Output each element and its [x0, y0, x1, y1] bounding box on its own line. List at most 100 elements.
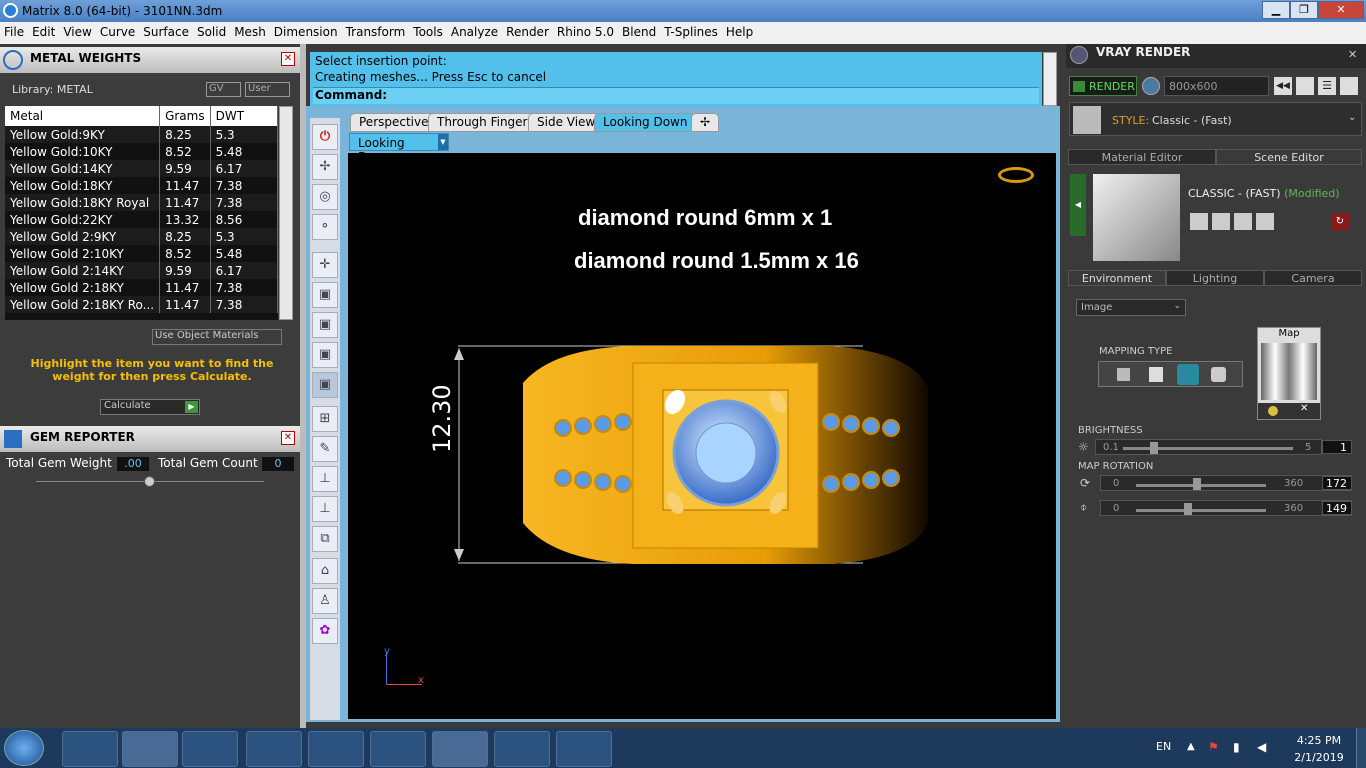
network-icon[interactable]: ▮: [1233, 740, 1240, 754]
table-row[interactable]: Yellow Gold:18KY 11.47 7.38: [5, 177, 278, 194]
env-type-dropdown[interactable]: Image ⌄: [1076, 299, 1186, 316]
ie-taskbar-icon[interactable]: [62, 731, 118, 767]
menu-dimension[interactable]: Dimension: [270, 22, 342, 39]
rotation1-slider-handle[interactable]: [1193, 478, 1201, 490]
table-row[interactable]: Yellow Gold 2:10KY 8.52 5.48: [5, 245, 278, 262]
menu-help[interactable]: Help: [722, 22, 757, 39]
table-row[interactable]: Yellow Gold:18KY Royal 11.47 7.38: [5, 194, 278, 211]
close-vray-icon[interactable]: ✕: [1348, 48, 1357, 61]
tab-lighting[interactable]: Lighting: [1166, 270, 1264, 286]
close-button[interactable]: ✕: [1318, 1, 1364, 19]
viber-taskbar-icon[interactable]: [246, 731, 302, 767]
col-dwt[interactable]: DWT: [210, 106, 278, 126]
frame-buffer-icon[interactable]: [1296, 77, 1314, 95]
maximize-button[interactable]: ❐: [1290, 1, 1318, 19]
spherical-mapping-icon[interactable]: [1177, 364, 1199, 385]
tab-side-view[interactable]: Side View: [528, 113, 605, 132]
col-metal[interactable]: Metal: [5, 106, 161, 126]
view-selector[interactable]: Looking Down ▼: [349, 133, 449, 164]
star-tool-icon[interactable]: ✢: [312, 154, 338, 180]
show-desktop-button[interactable]: [1356, 728, 1366, 768]
tab-material-editor[interactable]: Material Editor: [1068, 149, 1216, 165]
zoom-extents-icon[interactable]: ⊞: [312, 406, 338, 432]
cube-front-icon[interactable]: ▣: [312, 312, 338, 338]
menu-file[interactable]: File: [0, 22, 28, 39]
box-mapping-icon[interactable]: [1149, 367, 1163, 382]
app-taskbar-icon[interactable]: [370, 731, 426, 767]
gv-toggle[interactable]: GV: [206, 82, 241, 97]
brightness-slider[interactable]: [1123, 447, 1293, 450]
table-row[interactable]: Yellow Gold:10KY 8.52 5.48: [5, 143, 278, 160]
figure-icon[interactable]: ♙: [312, 588, 338, 614]
tray-expand-icon[interactable]: ▲: [1187, 741, 1195, 752]
notes-taskbar-icon[interactable]: [494, 731, 550, 767]
menu-tools[interactable]: Tools: [409, 22, 447, 39]
list-icon[interactable]: ☰: [1318, 77, 1336, 95]
menu-analyze[interactable]: Analyze: [447, 22, 502, 39]
table-row[interactable]: Yellow Gold 2:14KY 9.59 6.17: [5, 262, 278, 279]
axis-tool-icon[interactable]: ✛: [312, 252, 338, 278]
menu-edit[interactable]: Edit: [28, 22, 59, 39]
collapse-arrow-icon[interactable]: ◀: [1070, 174, 1086, 236]
planar-mapping-icon[interactable]: [1117, 368, 1130, 381]
menu-surface[interactable]: Surface: [139, 22, 193, 39]
network-tool-icon[interactable]: ⚬: [312, 214, 338, 240]
cube-top-icon[interactable]: ▣: [312, 282, 338, 308]
table-scrollbar[interactable]: [279, 106, 293, 320]
menu-curve[interactable]: Curve: [96, 22, 139, 39]
matrix-taskbar-icon[interactable]: [432, 731, 488, 767]
import-icon[interactable]: [1234, 213, 1252, 230]
rotation1-slider[interactable]: [1136, 484, 1266, 487]
rotation1-value[interactable]: 172: [1322, 476, 1352, 490]
gem-slider-handle[interactable]: [144, 476, 155, 487]
menu-mesh[interactable]: Mesh: [230, 22, 270, 39]
table-row[interactable]: Yellow Gold:14KY 9.59 6.17: [5, 160, 278, 177]
table-row[interactable]: Yellow Gold:22KY 13.32 8.56: [5, 211, 278, 228]
table-row[interactable]: Yellow Gold:9KY 8.25 5.3: [5, 126, 278, 143]
command-line[interactable]: Command:: [313, 87, 1039, 104]
viewport[interactable]: Looking Down ▼ diamond round 6mm x 1 diam…: [348, 133, 1056, 719]
gear-icon[interactable]: ✿: [312, 618, 338, 644]
volume-icon[interactable]: ◀: [1257, 740, 1266, 754]
calculate-button[interactable]: Calculate ▶: [100, 399, 200, 415]
gumball-off-icon[interactable]: ⊥: [312, 466, 338, 492]
menu-transform[interactable]: Transform: [342, 22, 410, 39]
tab-camera[interactable]: Camera: [1264, 270, 1362, 286]
history-icon[interactable]: ⌂: [312, 558, 338, 584]
add-tab-icon[interactable]: ✢: [691, 113, 719, 132]
paint-taskbar-icon[interactable]: [556, 731, 612, 767]
stop-icon[interactable]: ⏻: [312, 124, 338, 150]
cube-perspective-icon[interactable]: ▣: [312, 372, 338, 398]
sphere-tool-icon[interactable]: ◎: [312, 184, 338, 210]
table-row[interactable]: Yellow Gold 2:9KY 8.25 5.3: [5, 228, 278, 245]
cube-side-icon[interactable]: ▣: [312, 342, 338, 368]
start-button[interactable]: [4, 730, 44, 766]
tab-environment[interactable]: Environment: [1068, 270, 1166, 286]
remove-map-icon[interactable]: ✕: [1300, 403, 1308, 414]
grid-icon[interactable]: [1340, 77, 1358, 95]
tab-looking-down[interactable]: Looking Down: [594, 113, 697, 132]
menu-tsplines[interactable]: T-Splines: [660, 22, 722, 39]
rotation2-slider-handle[interactable]: [1184, 503, 1192, 515]
media-taskbar-icon[interactable]: [182, 731, 238, 767]
use-object-materials-checkbox[interactable]: Use Object Materials: [152, 329, 282, 345]
render-button[interactable]: RENDER: [1069, 76, 1137, 96]
tab-perspective[interactable]: Perspective: [350, 113, 438, 132]
close-gem-reporter-icon[interactable]: ✕: [281, 431, 295, 445]
rewind-icon[interactable]: ◀◀: [1274, 77, 1292, 95]
reset-icon[interactable]: ↻: [1331, 213, 1349, 230]
gumball-r-icon[interactable]: ⊥: [312, 496, 338, 522]
action-center-icon[interactable]: ⚑: [1208, 740, 1219, 754]
language-indicator[interactable]: EN: [1156, 740, 1171, 753]
save-as-icon[interactable]: [1212, 213, 1230, 230]
tab-through-finger[interactable]: Through Finger: [428, 113, 537, 132]
table-row[interactable]: Yellow Gold 2:18KY Ro... 11.47 7.38: [5, 296, 278, 313]
resolution-dropdown[interactable]: 800x600: [1164, 76, 1269, 96]
save-icon[interactable]: [1190, 213, 1208, 230]
user-toggle[interactable]: User: [245, 82, 290, 97]
brightness-slider-handle[interactable]: [1150, 442, 1158, 454]
close-metal-weights-icon[interactable]: ✕: [281, 52, 295, 66]
clock-date[interactable]: 2/1/2019: [1290, 751, 1348, 764]
map-preview[interactable]: Map ✕: [1257, 327, 1321, 420]
clock-time[interactable]: 4:25 PM: [1294, 734, 1344, 747]
